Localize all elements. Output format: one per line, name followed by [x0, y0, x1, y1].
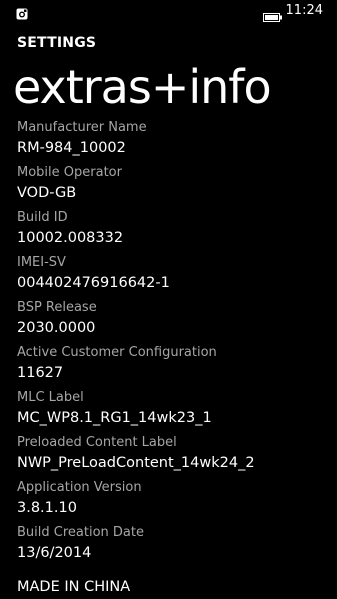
info-label: IMEI-SV — [17, 255, 66, 270]
info-value: NWP_PreLoadContent_14wk24_2 — [17, 455, 255, 471]
battery-icon — [263, 7, 283, 22]
info-value: MC_WP8.1_RG1_14wk23_1 — [17, 410, 212, 426]
status-bar[interactable]: 11:24 — [0, 0, 337, 26]
notification-icon — [16, 5, 28, 20]
info-value: VOD-GB — [17, 185, 77, 201]
info-value: 3.8.1.10 — [17, 500, 77, 516]
made-in-label: MADE IN CHINA — [17, 579, 131, 595]
info-value: 10002.008332 — [17, 230, 124, 246]
info-value: 11627 — [17, 365, 64, 381]
info-label: Build ID — [17, 210, 68, 225]
info-manufacturer-name: Manufacturer Name RM-984_10002 — [17, 119, 327, 164]
info-label: Application Version — [17, 480, 142, 495]
info-label: Mobile Operator — [17, 165, 122, 180]
status-time: 11:24 — [285, 3, 323, 18]
info-application-version: Application Version 3.8.1.10 — [17, 479, 327, 524]
info-label: MLC Label — [17, 390, 84, 405]
info-value: 13/6/2014 — [17, 545, 92, 561]
info-preloaded-content-label: Preloaded Content Label NWP_PreLoadConte… — [17, 434, 327, 479]
info-build-creation-date: Build Creation Date 13/6/2014 — [17, 524, 327, 569]
info-value: RM-984_10002 — [17, 140, 126, 156]
info-list[interactable]: Manufacturer Name RM-984_10002 Mobile Op… — [17, 119, 327, 569]
app-title: SETTINGS — [17, 35, 97, 51]
info-imei-sv: IMEI-SV 004402476916642-1 — [17, 254, 327, 299]
info-bsp-release: BSP Release 2030.0000 — [17, 299, 327, 344]
info-label: Manufacturer Name — [17, 120, 147, 135]
info-value: 004402476916642-1 — [17, 275, 170, 291]
info-label: Active Customer Configuration — [17, 345, 217, 360]
info-label: BSP Release — [17, 300, 97, 315]
info-label: Build Creation Date — [17, 525, 144, 540]
info-label: Preloaded Content Label — [17, 435, 177, 450]
info-build-id: Build ID 10002.008332 — [17, 209, 327, 254]
info-value: 2030.0000 — [17, 320, 96, 336]
page-title: extras+info — [13, 60, 272, 114]
info-mobile-operator: Mobile Operator VOD-GB — [17, 164, 327, 209]
info-mlc-label: MLC Label MC_WP8.1_RG1_14wk23_1 — [17, 389, 327, 434]
info-active-customer-configuration: Active Customer Configuration 11627 — [17, 344, 327, 389]
